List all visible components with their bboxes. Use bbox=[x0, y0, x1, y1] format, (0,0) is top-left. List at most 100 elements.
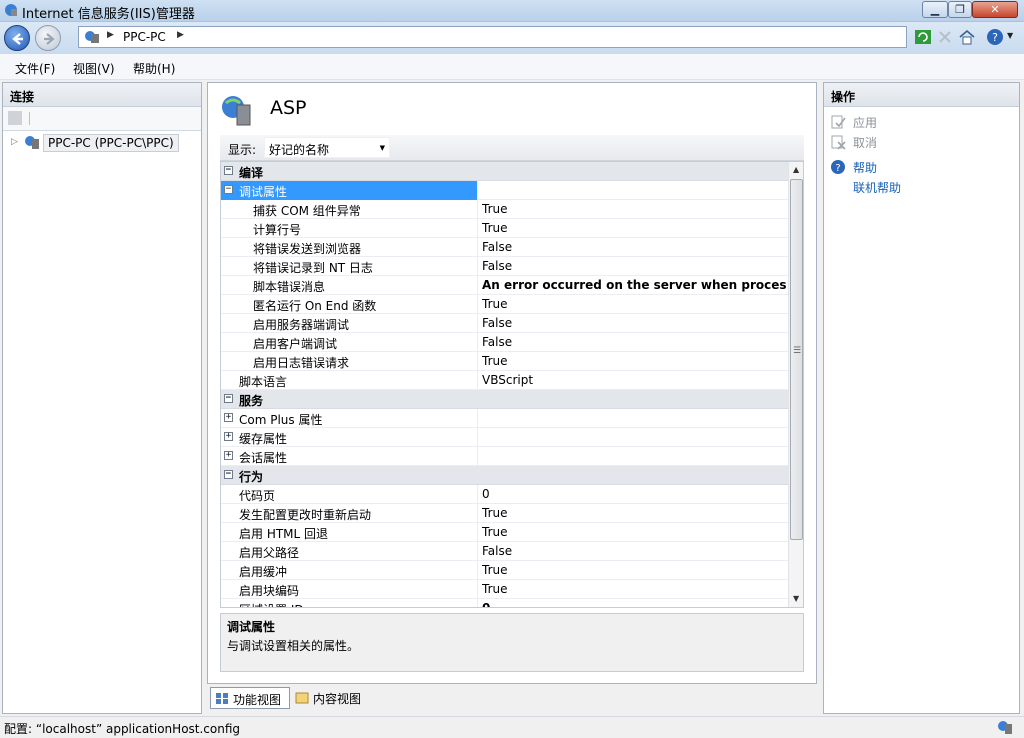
expand-icon[interactable]: + bbox=[224, 451, 233, 460]
property-row[interactable]: 启用块编码 True bbox=[221, 580, 788, 599]
property-name-cell[interactable]: 启用客户端调试 bbox=[221, 333, 478, 352]
minimize-button[interactable]: ▁ bbox=[922, 1, 948, 18]
property-value[interactable]: True bbox=[482, 525, 787, 539]
tree-expand-icon[interactable]: ▷ bbox=[11, 137, 18, 147]
scrollbar-thumb[interactable] bbox=[790, 179, 803, 540]
back-button[interactable] bbox=[4, 25, 30, 51]
property-row[interactable]: + 会话属性 bbox=[221, 447, 788, 466]
property-name-cell[interactable]: − 编译 bbox=[221, 162, 781, 181]
property-row[interactable]: 将错误记录到 NT 日志 False bbox=[221, 257, 788, 276]
property-value[interactable]: False bbox=[482, 544, 787, 558]
property-row[interactable]: 启用 HTML 回退 True bbox=[221, 523, 788, 542]
menu-help[interactable]: 帮助(H) bbox=[133, 60, 175, 77]
breadcrumb-arrow-icon[interactable]: ▶ bbox=[107, 30, 114, 40]
property-row[interactable]: 区域设置 ID 0 bbox=[221, 599, 788, 607]
maximize-button[interactable]: ❐ bbox=[948, 1, 972, 18]
stop-icon[interactable] bbox=[936, 28, 954, 46]
property-name-cell[interactable]: 代码页 bbox=[221, 485, 478, 504]
property-row[interactable]: 启用客户端调试 False bbox=[221, 333, 788, 352]
property-name-cell[interactable]: 启用缓冲 bbox=[221, 561, 478, 580]
property-value[interactable]: 0 bbox=[482, 487, 787, 501]
property-row[interactable]: 启用父路径 False bbox=[221, 542, 788, 561]
property-name-cell[interactable]: + 会话属性 bbox=[221, 447, 478, 466]
expand-icon[interactable]: + bbox=[224, 432, 233, 441]
property-name-cell[interactable]: 脚本语言 bbox=[221, 371, 478, 390]
scroll-up-icon[interactable]: ▲ bbox=[793, 165, 799, 174]
property-name-cell[interactable]: 启用日志错误请求 bbox=[221, 352, 478, 371]
property-row[interactable]: 发生配置更改时重新启动 True bbox=[221, 504, 788, 523]
property-row[interactable]: + 缓存属性 bbox=[221, 428, 788, 447]
property-row[interactable]: 匿名运行 On End 函数 True bbox=[221, 295, 788, 314]
scroll-down-icon[interactable]: ▼ bbox=[793, 594, 799, 603]
property-name-cell[interactable]: 发生配置更改时重新启动 bbox=[221, 504, 478, 523]
property-row[interactable]: 启用缓冲 True bbox=[221, 561, 788, 580]
property-name-cell[interactable]: 将错误发送到浏览器 bbox=[221, 238, 478, 257]
property-name-cell[interactable]: 启用服务器端调试 bbox=[221, 314, 478, 333]
property-row[interactable]: 启用服务器端调试 False bbox=[221, 314, 788, 333]
home-icon[interactable] bbox=[958, 28, 976, 46]
collapse-icon[interactable]: − bbox=[224, 166, 233, 175]
property-name-cell[interactable]: + 缓存属性 bbox=[221, 428, 478, 447]
connect-icon[interactable] bbox=[8, 111, 22, 125]
vertical-scrollbar[interactable]: ▲ ☰ ▼ bbox=[788, 162, 803, 607]
property-category-row[interactable]: − 服务 bbox=[221, 390, 788, 409]
display-mode-select[interactable]: 好记的名称 ▼ bbox=[264, 137, 390, 158]
property-name-cell[interactable]: − 服务 bbox=[221, 390, 781, 409]
help-dropdown-icon[interactable]: ▼ bbox=[1007, 31, 1024, 49]
property-name-cell[interactable]: 捕获 COM 组件异常 bbox=[221, 200, 478, 219]
menu-view[interactable]: 视图(V) bbox=[73, 60, 115, 77]
close-button[interactable]: ✕ bbox=[972, 1, 1018, 18]
expand-icon[interactable]: + bbox=[224, 413, 233, 422]
property-name-cell[interactable]: 匿名运行 On End 函数 bbox=[221, 295, 478, 314]
property-name-cell[interactable]: 计算行号 bbox=[221, 219, 478, 238]
property-row[interactable]: 脚本语言 VBScript bbox=[221, 371, 788, 390]
property-value[interactable]: True bbox=[482, 563, 787, 577]
address-field[interactable]: ▶ PPC-PC ▶ bbox=[78, 26, 907, 48]
property-name-cell[interactable]: 启用 HTML 回退 bbox=[221, 523, 478, 542]
menu-file[interactable]: 文件(F) bbox=[15, 60, 55, 77]
property-value[interactable]: False bbox=[482, 240, 787, 254]
property-value[interactable]: VBScript bbox=[482, 373, 787, 387]
help-icon[interactable]: ? bbox=[986, 28, 1004, 46]
property-name-cell[interactable]: + Com Plus 属性 bbox=[221, 409, 478, 428]
breadcrumb-server[interactable]: PPC-PC bbox=[123, 30, 166, 44]
property-value[interactable]: False bbox=[482, 259, 787, 273]
property-category-row[interactable]: − 编译 bbox=[221, 162, 788, 181]
property-value[interactable]: False bbox=[482, 316, 787, 330]
property-name-cell[interactable]: 启用父路径 bbox=[221, 542, 478, 561]
forward-button[interactable] bbox=[35, 25, 61, 51]
property-name-cell[interactable]: − 行为 bbox=[221, 466, 781, 485]
tree-node-label[interactable]: PPC-PC (PPC-PC\PPC) bbox=[43, 134, 179, 152]
tab-features-view[interactable]: 功能视图 bbox=[210, 687, 290, 709]
property-value[interactable]: True bbox=[482, 297, 787, 311]
property-value[interactable]: An error occurred on the server when pro… bbox=[482, 278, 787, 292]
breadcrumb-arrow-icon[interactable]: ▶ bbox=[177, 30, 184, 40]
property-value[interactable]: 0 bbox=[482, 601, 787, 607]
refresh-icon[interactable] bbox=[914, 28, 932, 46]
property-name-cell[interactable]: 区域设置 ID bbox=[221, 599, 478, 607]
property-value[interactable]: True bbox=[482, 354, 787, 368]
property-row[interactable]: − 调试属性 bbox=[221, 181, 788, 200]
property-row[interactable]: 将错误发送到浏览器 False bbox=[221, 238, 788, 257]
property-row[interactable]: 启用日志错误请求 True bbox=[221, 352, 788, 371]
property-name-cell[interactable]: 脚本错误消息 bbox=[221, 276, 478, 295]
property-row[interactable]: 计算行号 True bbox=[221, 219, 788, 238]
property-name: 编译 bbox=[239, 166, 264, 180]
property-row[interactable]: 代码页 0 bbox=[221, 485, 788, 504]
tab-content-view[interactable]: 内容视图 bbox=[291, 687, 373, 709]
property-row[interactable]: + Com Plus 属性 bbox=[221, 409, 788, 428]
property-value[interactable]: True bbox=[482, 506, 787, 520]
property-row[interactable]: 脚本错误消息 An error occurred on the server wh… bbox=[221, 276, 788, 295]
property-value[interactable]: True bbox=[482, 221, 787, 235]
collapse-icon[interactable]: − bbox=[224, 394, 233, 403]
collapse-icon[interactable]: − bbox=[224, 185, 233, 194]
collapse-icon[interactable]: − bbox=[224, 470, 233, 479]
property-name-cell[interactable]: 将错误记录到 NT 日志 bbox=[221, 257, 478, 276]
property-name-cell[interactable]: 启用块编码 bbox=[221, 580, 478, 599]
property-category-row[interactable]: − 行为 bbox=[221, 466, 788, 485]
property-value[interactable]: False bbox=[482, 335, 787, 349]
property-value[interactable]: True bbox=[482, 202, 787, 216]
property-row[interactable]: 捕获 COM 组件异常 True bbox=[221, 200, 788, 219]
property-value[interactable]: True bbox=[482, 582, 787, 596]
property-name-cell[interactable]: − 调试属性 bbox=[221, 181, 478, 200]
